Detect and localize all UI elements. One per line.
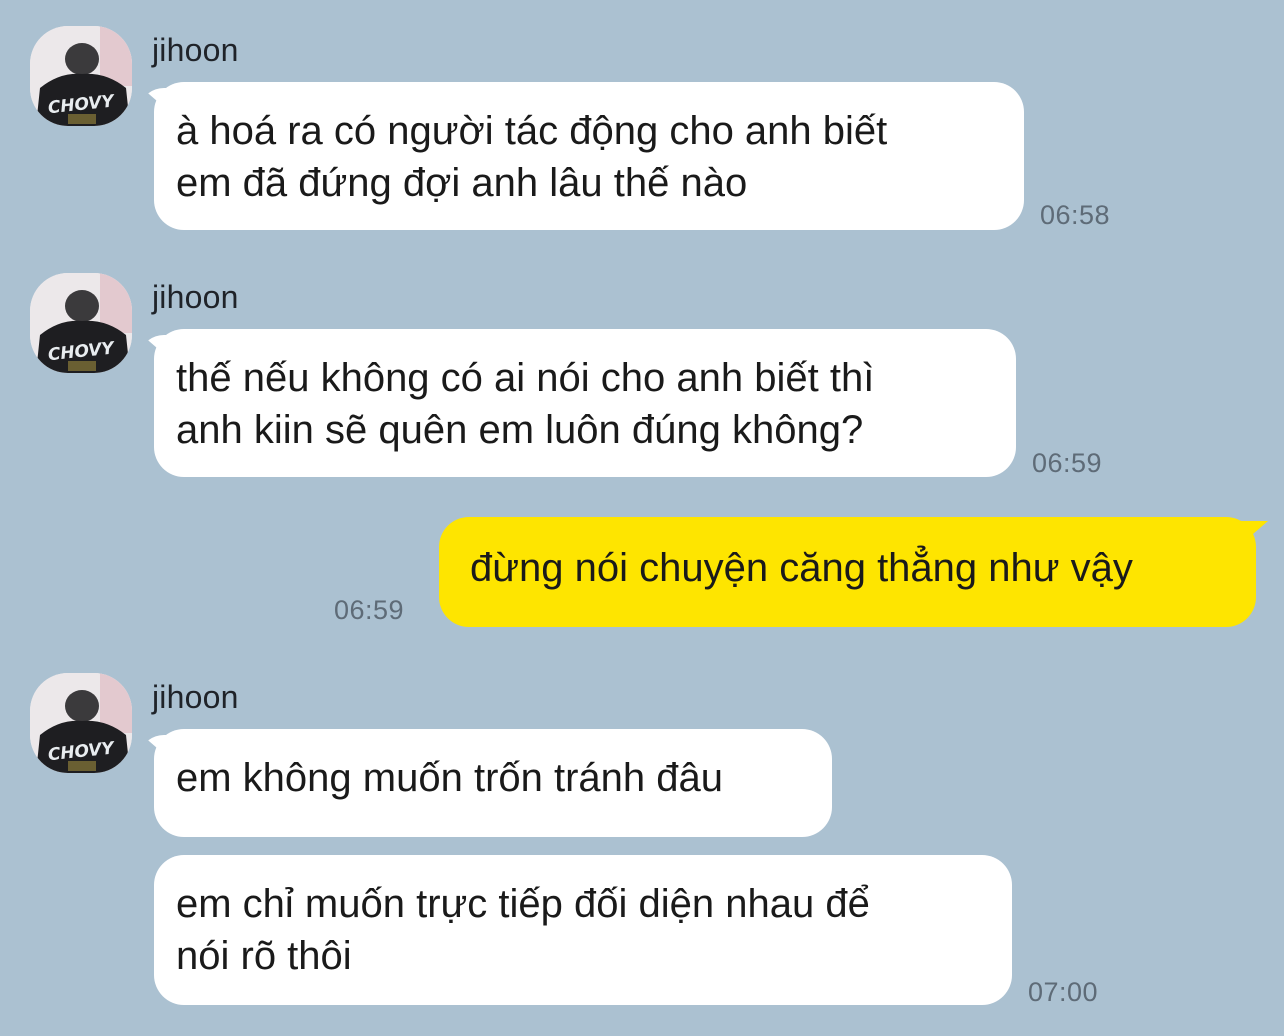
- chat-message-list[interactable]: CHOVY jihoon à hoá ra có người tác động …: [0, 0, 1284, 1036]
- message-bubble[interactable]: em chỉ muốn trực tiếp đối diện nhau để n…: [154, 855, 1012, 1005]
- message-timestamp: 06:59: [334, 595, 405, 625]
- avatar-photo-icon: CHOVY: [30, 26, 132, 126]
- avatar-photo-icon: CHOVY: [30, 673, 132, 773]
- sender-name: jihoon: [152, 32, 239, 68]
- message-bubble[interactable]: thế nếu không có ai nói cho anh biết thì…: [154, 329, 1016, 477]
- sender-name: jihoon: [152, 679, 239, 715]
- avatar[interactable]: CHOVY: [30, 26, 132, 126]
- avatar[interactable]: CHOVY: [30, 273, 132, 373]
- message-bubble[interactable]: à hoá ra có người tác động cho anh biết …: [154, 82, 1024, 230]
- sender-name: jihoon: [152, 279, 239, 315]
- message-timestamp: 07:00: [1028, 977, 1099, 1007]
- avatar-photo-icon: CHOVY: [30, 273, 132, 373]
- message-timestamp: 06:59: [1032, 448, 1103, 478]
- avatar[interactable]: CHOVY: [30, 673, 132, 773]
- message-bubble[interactable]: em không muốn trốn tránh đâu: [154, 729, 832, 837]
- my-message-bubble[interactable]: đừng nói chuyện căng thẳng như vậy: [439, 517, 1256, 627]
- message-timestamp: 06:58: [1040, 200, 1111, 230]
